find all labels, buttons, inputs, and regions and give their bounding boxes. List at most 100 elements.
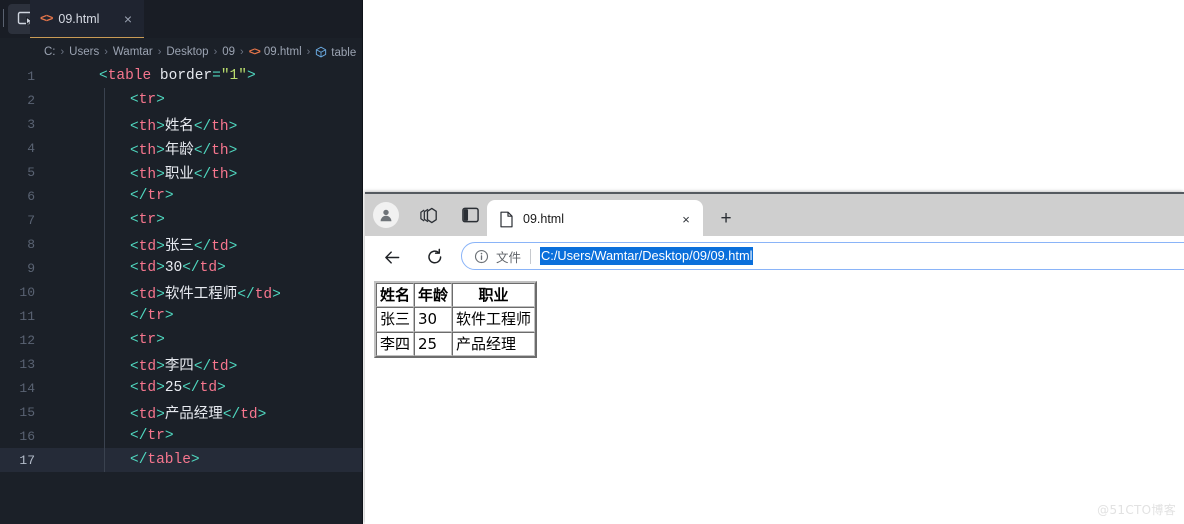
code-token: < — [130, 118, 139, 135]
back-arrow-icon[interactable] — [379, 244, 405, 270]
code-editor-area[interactable]: 1 <table border="1"> 2 <tr> 3 <th>姓名</th> 4 <th… — [0, 64, 363, 524]
code-line[interactable]: 8 <td>张三</td> — [0, 232, 363, 256]
split-screen-icon[interactable] — [457, 202, 483, 228]
breadcrumb-item-wamtar[interactable]: Wamtar — [113, 46, 153, 58]
code-token: th — [211, 142, 229, 159]
address-bar-divider — [530, 248, 532, 264]
code-line-text: <th>姓名</th> — [52, 114, 237, 135]
browser-tab[interactable]: 09.html × — [487, 200, 703, 238]
line-number: 4 — [27, 140, 35, 156]
browser-tab-close-icon[interactable]: × — [675, 208, 697, 230]
code-token: < — [130, 166, 139, 183]
code-line-text: <td>张三</td> — [52, 234, 237, 255]
code-line[interactable]: 5 <th>职业</th> — [0, 160, 363, 184]
code-token: > — [164, 428, 174, 444]
code-line[interactable]: 17 </table> — [0, 448, 363, 472]
code-token: 职业 — [164, 166, 194, 183]
account-avatar-icon[interactable] — [373, 202, 399, 228]
tab-groups-icon[interactable] — [415, 202, 441, 228]
code-line[interactable]: 7 <tr> — [0, 208, 363, 232]
table-cell: 产品经理 — [452, 331, 536, 356]
browser-tab-strip: 09.html × + — [365, 192, 1184, 238]
code-token: 年龄 — [164, 142, 194, 159]
code-line[interactable]: 1 <table border="1"> — [0, 64, 363, 88]
editor-tab-strip: <> 09.html × — [0, 0, 363, 38]
table-cell: 软件工程师 — [452, 307, 536, 332]
code-token: > — [156, 166, 165, 183]
code-token: > — [217, 260, 226, 276]
code-line[interactable]: 12 <tr> — [0, 328, 363, 352]
code-token: 姓名 — [164, 118, 194, 135]
address-bar[interactable]: 文件 C:/Users/Wamtar/Desktop/09/09.html — [461, 242, 1184, 270]
code-token: tr — [138, 332, 157, 348]
info-circle-icon[interactable] — [474, 249, 489, 264]
line-number: 7 — [27, 212, 35, 228]
code-token: > — [156, 406, 165, 423]
code-token: < — [130, 380, 139, 396]
indent-guide — [104, 400, 105, 424]
code-token: > — [156, 142, 165, 159]
breadcrumb-separator: › — [306, 46, 311, 58]
code-token: </ — [193, 358, 212, 375]
html-file-icon: <> — [40, 11, 53, 26]
code-line[interactable]: 2 <tr> — [0, 88, 363, 112]
code-line[interactable]: 16 </tr> — [0, 424, 363, 448]
code-line[interactable]: 9 <td>30</td> — [0, 256, 363, 280]
code-token: </ — [182, 380, 200, 396]
line-number: 11 — [19, 308, 35, 324]
table-cell: 25 — [414, 331, 453, 356]
code-token: th — [138, 142, 157, 159]
code-line[interactable]: 15 <td>产品经理</td> — [0, 400, 363, 424]
address-bar-url-text[interactable]: C:/Users/Wamtar/Desktop/09/09.html — [540, 247, 754, 265]
code-line[interactable]: 11 </tr> — [0, 304, 363, 328]
code-token: border — [159, 68, 213, 84]
code-token: td — [138, 286, 157, 303]
code-token: </ — [193, 238, 212, 255]
code-token: > — [156, 286, 165, 303]
breadcrumb-item-c[interactable]: C: — [44, 46, 56, 58]
code-token: < — [130, 92, 139, 108]
editor-file-tab[interactable]: <> 09.html × — [30, 0, 144, 38]
code-token: > — [164, 188, 174, 204]
code-line[interactable]: 10 <td>软件工程师</td> — [0, 280, 363, 304]
code-token: </ — [130, 452, 148, 468]
code-token: > — [156, 118, 165, 135]
breadcrumb-item-symbol-table[interactable]: table — [315, 46, 356, 59]
editor-tab-close-icon[interactable]: × — [120, 11, 136, 27]
code-token: td — [138, 380, 157, 396]
indent-guide — [104, 256, 105, 280]
table-cell: 张三 — [376, 307, 415, 332]
code-token: td — [138, 260, 157, 276]
breadcrumb-separator: › — [157, 46, 162, 58]
code-token: > — [228, 118, 238, 135]
breadcrumb-item-file[interactable]: <> 09.html — [249, 46, 302, 59]
reload-icon[interactable] — [422, 244, 448, 270]
code-line[interactable]: 6 </tr> — [0, 184, 363, 208]
browser-window: 09.html × + 文件 C:/Users/Wamtar/Desktop/0… — [365, 192, 1184, 524]
line-number: 1 — [27, 68, 35, 84]
line-number: 13 — [19, 356, 35, 372]
code-token: > — [156, 332, 165, 348]
new-tab-button[interactable]: + — [713, 206, 739, 232]
line-number: 3 — [27, 116, 35, 132]
line-number: 12 — [19, 332, 35, 348]
indent-guide — [104, 136, 105, 160]
code-line[interactable]: 3 <th>姓名</th> — [0, 112, 363, 136]
code-line-text: <td>25</td> — [52, 380, 226, 396]
table-row: 李四 25 产品经理 — [376, 331, 536, 356]
line-number: 2 — [27, 92, 35, 108]
code-line-text: </tr> — [52, 308, 174, 324]
indent-guide — [104, 232, 105, 256]
breadcrumb-item-09[interactable]: 09 — [222, 46, 235, 58]
code-line-text: </table> — [52, 452, 200, 468]
code-token: > — [217, 380, 226, 396]
breadcrumb-separator: › — [240, 46, 244, 58]
code-line[interactable]: 14 <td>25</td> — [0, 376, 363, 400]
code-line[interactable]: 4 <th>年龄</th> — [0, 136, 363, 160]
code-token: > — [228, 358, 238, 375]
breadcrumb-item-desktop[interactable]: Desktop — [166, 46, 208, 58]
code-token: > — [156, 212, 165, 228]
line-number: 6 — [27, 188, 35, 204]
breadcrumb-item-users[interactable]: Users — [69, 46, 99, 58]
code-line[interactable]: 13 <td>李四</td> — [0, 352, 363, 376]
